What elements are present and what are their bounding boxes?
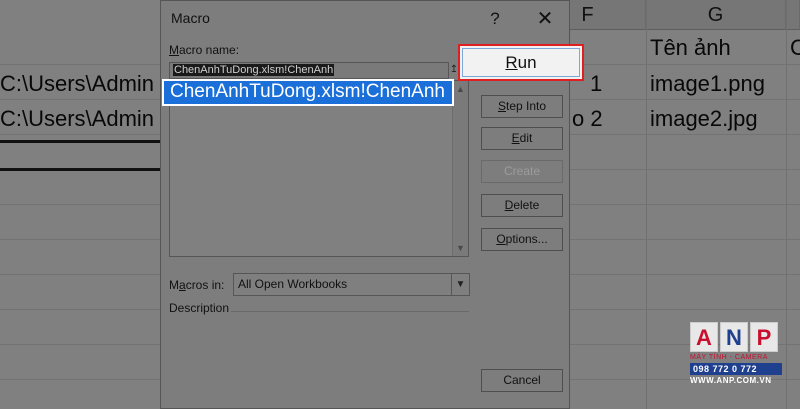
logo-letter-n: N bbox=[720, 322, 748, 352]
cell-border-line bbox=[0, 140, 162, 143]
run-button[interactable]: Run bbox=[458, 44, 584, 81]
logo-letter-p: P bbox=[750, 322, 778, 352]
dialog-titlebar[interactable]: Macro ? ✕ bbox=[161, 1, 569, 35]
cell-h1[interactable]: C bbox=[790, 35, 800, 61]
cell-f3[interactable]: o 2 bbox=[572, 106, 603, 132]
cell-g2[interactable]: image1.png bbox=[650, 71, 765, 97]
logo-tagline: MÁY TÍNH - CAMERA bbox=[690, 354, 768, 361]
scroll-down-icon[interactable]: ▼ bbox=[453, 240, 468, 256]
description-label: Description bbox=[169, 301, 230, 315]
logo-letters: A N P bbox=[690, 322, 790, 352]
macros-in-label: Macros in: bbox=[169, 278, 225, 292]
step-into-button[interactable]: Step Into bbox=[481, 95, 563, 118]
close-button[interactable]: ✕ bbox=[533, 7, 557, 31]
create-button[interactable]: Create bbox=[481, 160, 563, 183]
macro-name-input[interactable]: ChenAnhTuDong.xlsm!ChenAnh bbox=[169, 62, 449, 79]
column-header-g[interactable]: G bbox=[646, 0, 786, 30]
edit-button[interactable]: Edit bbox=[481, 127, 563, 150]
column-header-h[interactable] bbox=[786, 0, 800, 30]
cell-path-row2[interactable]: C:\Users\Admin bbox=[0, 71, 154, 97]
macros-in-select[interactable]: All Open Workbooks ▼ bbox=[233, 273, 470, 296]
cell-border-line bbox=[0, 168, 162, 171]
macro-list[interactable]: ▲ ▼ bbox=[169, 80, 469, 257]
help-button[interactable]: ? bbox=[483, 7, 507, 31]
run-button-focus-ring bbox=[462, 48, 580, 77]
cancel-button[interactable]: Cancel bbox=[481, 369, 563, 392]
chevron-down-icon[interactable]: ▼ bbox=[451, 274, 469, 295]
logo-site: WWW.ANP.COM.VN bbox=[690, 376, 772, 385]
cell-g3[interactable]: image2.jpg bbox=[650, 106, 758, 132]
macro-name-value: ChenAnhTuDong.xlsm!ChenAnh bbox=[173, 64, 335, 76]
logo-letter-a: A bbox=[690, 322, 718, 352]
cell-f2[interactable]: 1 bbox=[590, 71, 602, 97]
anp-logo: A N P MÁY TÍNH - CAMERA 098 772 0 772 WW… bbox=[690, 322, 790, 386]
macro-list-item-selected[interactable]: ChenAnhTuDong.xlsm!ChenAnh bbox=[162, 79, 454, 106]
list-scrollbar[interactable]: ▲ ▼ bbox=[452, 81, 468, 256]
delete-button[interactable]: Delete bbox=[481, 194, 563, 217]
macro-name-label: Macro name: bbox=[169, 43, 240, 57]
cell-g1[interactable]: Tên ảnh bbox=[650, 35, 731, 61]
options-button[interactable]: Options... bbox=[481, 228, 563, 251]
logo-phone: 098 772 0 772 bbox=[690, 363, 782, 375]
macros-in-value: All Open Workbooks bbox=[238, 277, 348, 291]
dialog-title: Macro bbox=[171, 10, 210, 26]
description-divider bbox=[231, 311, 469, 312]
cell-path-row3[interactable]: C:\Users\Admin bbox=[0, 106, 154, 132]
scroll-up-icon[interactable]: ▲ bbox=[453, 81, 468, 97]
